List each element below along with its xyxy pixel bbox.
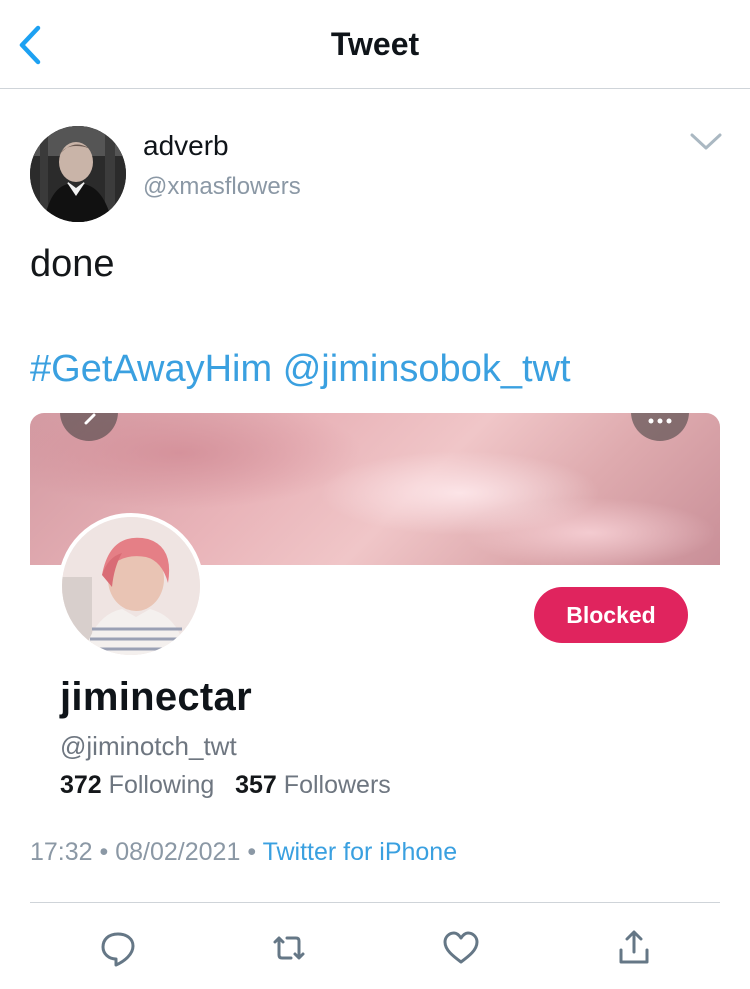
tweet-text: done xyxy=(30,243,115,285)
embedded-profile-name: jiminectar xyxy=(60,675,252,719)
author-name[interactable]: adverb xyxy=(143,130,229,162)
tweet-source-link[interactable]: Twitter for iPhone xyxy=(263,838,458,866)
blocked-button: Blocked xyxy=(534,587,688,643)
following-label: Following xyxy=(108,771,215,799)
tweet-date: 08/02/2021 xyxy=(115,838,241,866)
meta-separator: • xyxy=(247,838,257,866)
like-icon xyxy=(443,931,479,964)
embedded-profile-stats: 372 Following 357 Followers xyxy=(60,771,391,800)
embedded-profile-avatar-image xyxy=(62,517,200,655)
tweet-time: 17:32 xyxy=(30,838,93,866)
author-handle[interactable]: @xmasflowers xyxy=(143,173,301,201)
hashtag-link[interactable]: #GetAwayHim xyxy=(30,348,272,390)
reply-button[interactable] xyxy=(98,928,138,968)
tweet-meta: 17:32 • 08/02/2021 • Twitter for iPhone xyxy=(30,838,457,867)
followers-count: 357 xyxy=(235,771,277,799)
embedded-profile-avatar xyxy=(58,513,204,659)
meta-separator: • xyxy=(99,838,109,866)
page-title: Tweet xyxy=(330,26,420,62)
author-avatar-image xyxy=(30,126,126,222)
embedded-profile-handle: @jiminotch_twt xyxy=(60,731,237,761)
tweet-media[interactable]: Blocked jiminectar @jiminotch_twt 372 Fo… xyxy=(30,413,720,833)
tweet-links: #GetAwayHim @jiminsobok_twt xyxy=(30,348,571,391)
mention-link[interactable]: @jiminsobok_twt xyxy=(283,348,571,390)
retweet-button[interactable] xyxy=(269,928,309,968)
chevron-down-icon xyxy=(690,133,722,150)
retweet-icon xyxy=(273,936,305,960)
like-button[interactable] xyxy=(441,928,481,968)
more-options-button[interactable] xyxy=(688,128,724,156)
nav-bar: Tweet xyxy=(0,0,750,89)
following-count: 372 xyxy=(60,771,102,799)
author-avatar[interactable] xyxy=(30,126,126,222)
reply-icon xyxy=(101,932,135,967)
divider xyxy=(30,902,720,903)
share-icon xyxy=(619,930,649,964)
banner-more-icon xyxy=(631,413,689,441)
followers-label: Followers xyxy=(283,771,391,799)
share-button[interactable] xyxy=(614,928,654,968)
banner-back-icon xyxy=(60,413,118,441)
